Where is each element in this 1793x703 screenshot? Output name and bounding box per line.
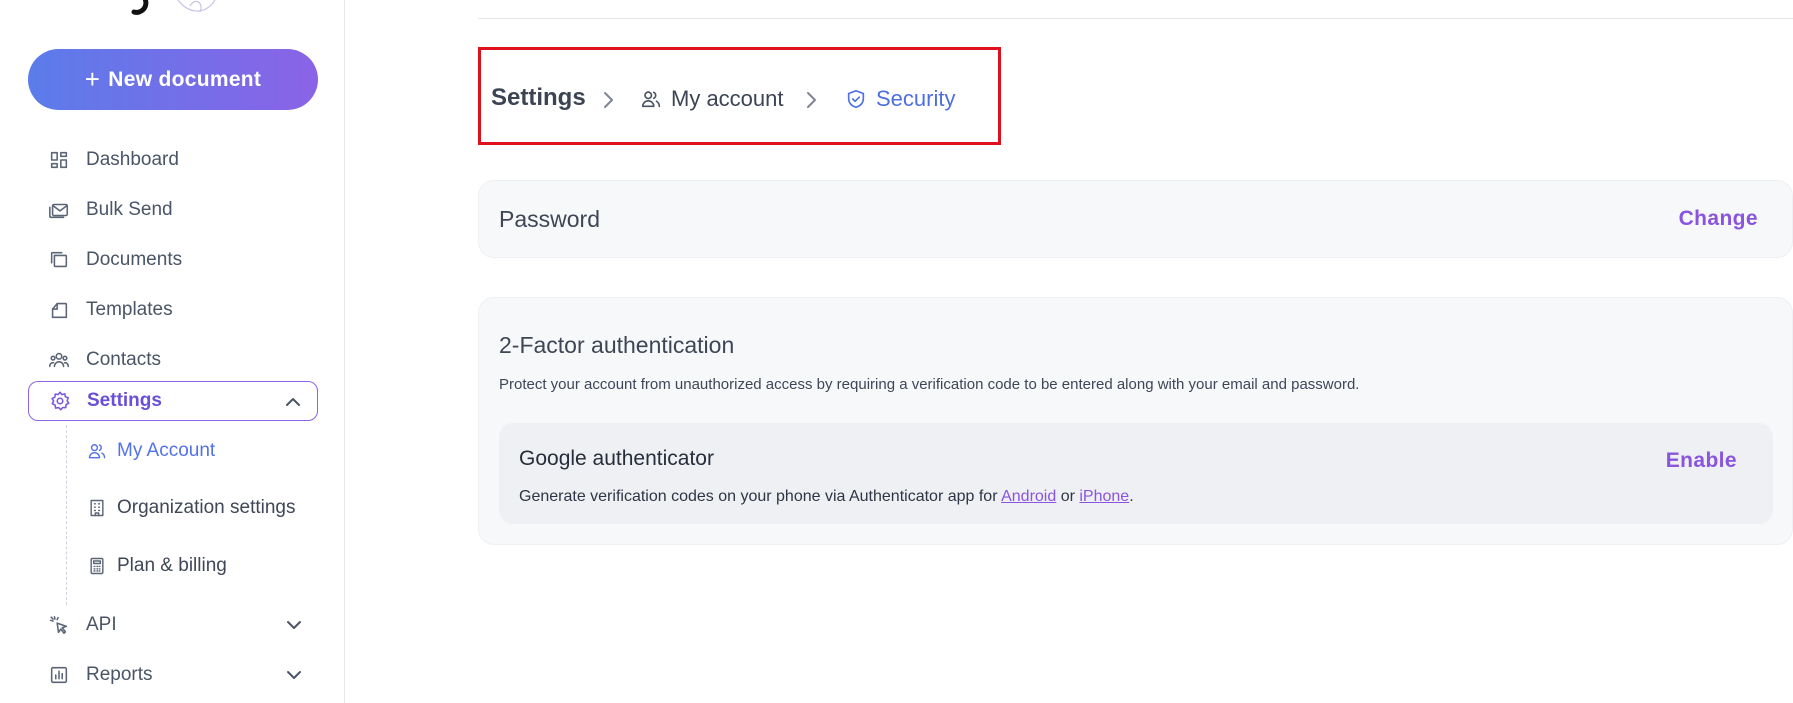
chevron-right-icon [803, 88, 821, 112]
calculator-icon [86, 555, 108, 577]
authenticator-description: Generate verification codes on your phon… [519, 488, 1134, 506]
sidebar-item-reports[interactable]: Reports [28, 655, 318, 695]
chevron-up-icon[interactable] [283, 392, 303, 412]
authenticator-text-before: Generate verification codes on your phon… [519, 488, 1002, 505]
sidebar-subitem-label: My Account [117, 440, 216, 461]
sidebar-item-label: Documents [86, 249, 183, 270]
authenticator-name: Google authenticator [519, 447, 714, 470]
iphone-link[interactable]: iPhone [1079, 488, 1129, 505]
sidebar-subitem-label: Organization settings [117, 497, 296, 518]
two-factor-card: 2-Factor authentication Protect your acc… [478, 297, 1793, 545]
sidebar-item-label: Settings [87, 390, 162, 411]
new-document-label: New document [108, 67, 262, 91]
chevron-down-icon[interactable] [284, 665, 304, 685]
sidebar: + New document Dashboard Bulk Send Docum… [0, 0, 345, 703]
sidebar-item-dashboard[interactable]: Dashboard [28, 140, 318, 180]
chevron-down-icon[interactable] [284, 615, 304, 635]
breadcrumb-security[interactable]: Security [845, 86, 955, 112]
documents-icon [47, 248, 71, 272]
password-title: Password [499, 206, 600, 232]
gear-icon [48, 389, 72, 413]
plus-icon: + [84, 63, 101, 94]
two-factor-description: Protect your account from unauthorized a… [499, 376, 1360, 393]
sidebar-item-label: Templates [86, 299, 173, 320]
google-authenticator-panel: Google authenticator Generate verificati… [499, 423, 1773, 524]
templates-icon [47, 298, 71, 322]
sidebar-item-settings[interactable]: Settings [28, 381, 318, 421]
dashboard-icon [47, 148, 71, 172]
sidebar-subitem-plan-billing[interactable]: Plan & billing [86, 549, 227, 583]
password-card: Password Change [478, 180, 1793, 258]
sidebar-subitem-organization-settings[interactable]: Organization settings [86, 491, 296, 525]
breadcrumb-my-account-label: My account [671, 86, 784, 111]
reports-icon [47, 663, 71, 687]
sidebar-item-label: API [86, 614, 117, 635]
sidebar-item-label: Dashboard [86, 149, 179, 170]
sidebar-item-label: Bulk Send [86, 199, 173, 220]
breadcrumb-my-account[interactable]: My account [640, 86, 784, 112]
android-link[interactable]: Android [1001, 488, 1056, 505]
sidebar-item-documents[interactable]: Documents [28, 240, 318, 280]
users-icon [86, 440, 108, 462]
sidebar-item-bulk-send[interactable]: Bulk Send [28, 190, 318, 230]
change-password-button[interactable]: Change [1679, 207, 1758, 231]
authenticator-text-after: . [1129, 488, 1134, 505]
enable-authenticator-button[interactable]: Enable [1666, 449, 1737, 473]
sidebar-subitem-label: Plan & billing [117, 555, 227, 576]
users-icon [640, 88, 662, 110]
chevron-right-icon [600, 88, 618, 112]
breadcrumb-settings[interactable]: Settings [491, 84, 586, 112]
two-factor-title: 2-Factor authentication [499, 332, 735, 358]
building-icon [86, 497, 108, 519]
sidebar-item-label: Reports [86, 664, 153, 685]
new-document-button[interactable]: + New document [28, 49, 318, 110]
submenu-guide-line [66, 425, 67, 605]
sidebar-subitem-my-account[interactable]: My Account [86, 434, 215, 468]
api-icon [47, 613, 71, 637]
authenticator-text-middle: or [1056, 488, 1080, 505]
top-divider [478, 18, 1793, 19]
sidebar-item-api[interactable]: API [28, 605, 318, 645]
bulk-send-icon [47, 198, 71, 222]
shield-check-icon [845, 88, 867, 110]
breadcrumb-security-label: Security [876, 86, 956, 111]
sidebar-item-contacts[interactable]: Contacts [28, 340, 318, 380]
contacts-icon [47, 348, 71, 372]
logo [131, 0, 216, 15]
sidebar-item-label: Contacts [86, 349, 161, 370]
sidebar-item-templates[interactable]: Templates [28, 290, 318, 330]
